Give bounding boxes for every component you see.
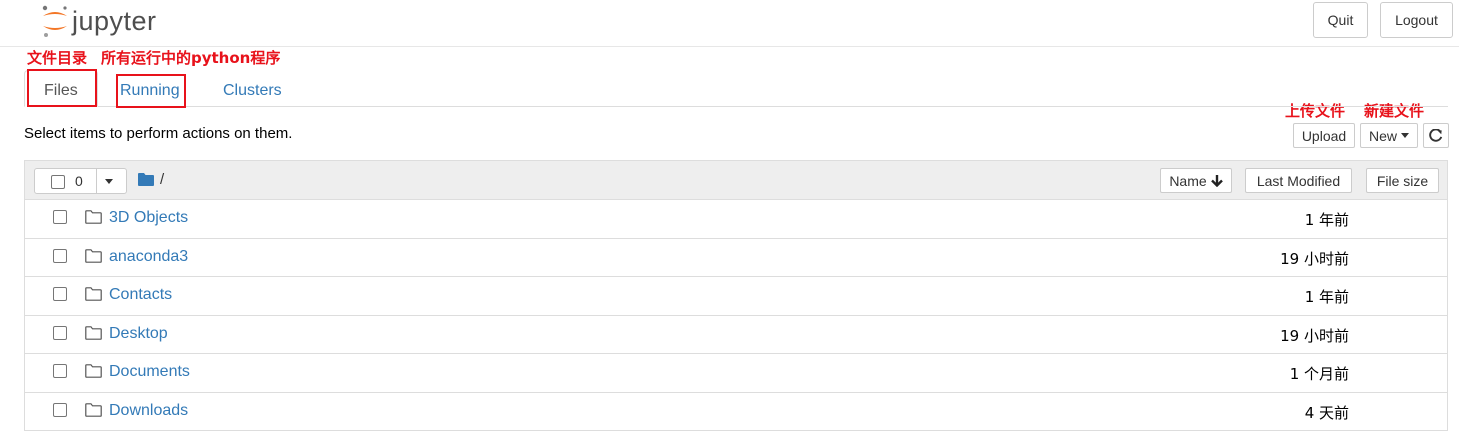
file-name-link[interactable]: Contacts [109, 286, 172, 304]
file-name-link[interactable]: Downloads [109, 402, 188, 420]
last-modified: 1 个月前 [1289, 365, 1349, 383]
folder-icon [85, 287, 102, 301]
jupyter-logo-icon [42, 5, 67, 37]
new-button[interactable]: New [1360, 123, 1418, 148]
list-item[interactable]: Documents 1 个月前 [24, 354, 1448, 393]
last-modified: 4 天前 [1304, 403, 1349, 422]
arrow-down-icon [1210, 175, 1223, 187]
selected-count: 0 [75, 173, 83, 189]
list-item[interactable]: anaconda3 19 小时前 [24, 238, 1448, 277]
list-item[interactable]: 3D Objects 1 年前 [24, 200, 1448, 239]
annotation-box-running [116, 74, 186, 108]
refresh-icon [1429, 128, 1443, 142]
annotation-box-files [27, 69, 97, 107]
last-modified: 1 年前 [1304, 288, 1349, 306]
folder-icon [85, 402, 102, 417]
row-checkbox[interactable] [53, 210, 67, 224]
sort-by-last-modified-button[interactable]: Last Modified [1245, 168, 1352, 193]
select-all-group[interactable]: 0 [34, 168, 127, 194]
file-list-header: 0 / Name Last Modified File size [24, 160, 1448, 200]
last-modified: 19 小时前 [1280, 249, 1349, 268]
folder-icon [85, 364, 102, 378]
upload-button[interactable]: Upload [1293, 123, 1355, 148]
select-all-checkbox[interactable] [51, 175, 65, 189]
selection-hint: Select items to perform actions on them. [24, 125, 293, 142]
file-name-link[interactable]: anaconda3 [109, 248, 188, 266]
sort-by-name-button[interactable]: Name [1160, 168, 1232, 193]
row-checkbox[interactable] [53, 364, 67, 378]
folder-icon [85, 325, 102, 340]
file-name-link[interactable]: Documents [109, 363, 190, 381]
tab-clusters[interactable]: Clusters [223, 82, 282, 100]
logo-text: jupyter [72, 5, 157, 36]
list-item[interactable]: Desktop 19 小时前 [24, 315, 1448, 354]
last-modified: 19 小时前 [1280, 326, 1349, 345]
chevron-down-icon[interactable] [105, 179, 113, 184]
folder-icon [85, 248, 102, 263]
list-item[interactable]: Downloads 4 天前 [24, 392, 1448, 431]
file-name-link[interactable]: Desktop [109, 325, 168, 343]
annotation-running: 所有运行中的python程序 [101, 49, 281, 67]
current-path[interactable]: / [160, 171, 164, 188]
jupyter-logo[interactable]: jupyter [40, 4, 157, 38]
refresh-button[interactable] [1423, 123, 1449, 148]
new-button-label: New [1368, 127, 1397, 144]
row-checkbox[interactable] [53, 287, 67, 301]
select-divider [96, 169, 97, 193]
last-modified: 1 年前 [1304, 211, 1349, 229]
annotation-upload: 上传文件 [1285, 102, 1346, 120]
file-list: 3D Objects 1 年前 anaconda3 19 小时前 Contact… [24, 200, 1448, 431]
chevron-down-icon [1401, 133, 1409, 138]
sort-name-label: Name [1169, 172, 1207, 189]
annotation-files: 文件目录 [27, 49, 88, 67]
row-checkbox[interactable] [53, 402, 67, 417]
top-header: jupyter Quit Logout [0, 0, 1459, 47]
folder-icon [85, 210, 102, 224]
quit-button[interactable]: Quit [1313, 2, 1368, 38]
list-item[interactable]: Contacts 1 年前 [24, 277, 1448, 316]
logout-button[interactable]: Logout [1380, 2, 1453, 38]
file-name-link[interactable]: 3D Objects [109, 209, 188, 227]
row-checkbox[interactable] [53, 248, 67, 263]
tabs-divider [24, 106, 1448, 107]
annotation-new: 新建文件 [1364, 102, 1425, 120]
folder-icon[interactable] [138, 173, 154, 186]
sort-by-file-size-button[interactable]: File size [1366, 168, 1439, 193]
row-checkbox[interactable] [53, 325, 67, 340]
